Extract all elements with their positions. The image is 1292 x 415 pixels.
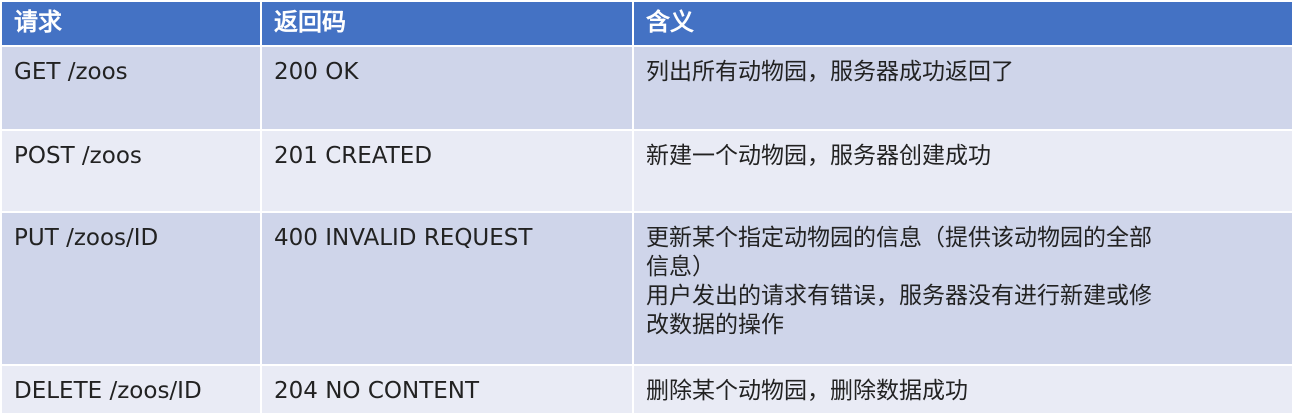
meaning-line: 用户发出的请求有错误，服务器没有进行新建或修: [646, 283, 1152, 309]
meaning-line: 改数据的操作: [646, 312, 784, 338]
cell-meaning: 删除某个动物园，删除数据成功: [632, 364, 1292, 415]
meaning-line: 新建一个动物园，服务器创建成功: [646, 143, 991, 169]
table-row: DELETE /zoos/ID 204 NO CONTENT 删除某个动物园，删…: [0, 364, 1292, 415]
cell-request: POST /zoos: [0, 129, 262, 213]
table-row: GET /zoos 200 OK 列出所有动物园，服务器成功返回了: [0, 45, 1292, 131]
cell-request: GET /zoos: [0, 45, 262, 131]
table-row: POST /zoos 201 CREATED 新建一个动物园，服务器创建成功: [0, 129, 1292, 213]
cell-code: 200 OK: [260, 45, 634, 131]
meaning-line: 信息）: [646, 254, 715, 280]
header-code: 返回码: [260, 0, 634, 47]
cell-meaning: 新建一个动物园，服务器创建成功: [632, 129, 1292, 213]
header-row: 请求 返回码 含义: [0, 0, 1292, 47]
table-body: GET /zoos 200 OK 列出所有动物园，服务器成功返回了 POST /…: [0, 45, 1292, 415]
cell-request: DELETE /zoos/ID: [0, 364, 262, 415]
cell-code: 400 INVALID REQUEST: [260, 211, 634, 366]
meaning-line: 更新某个指定动物园的信息（提供该动物园的全部: [646, 225, 1152, 251]
cell-meaning: 列出所有动物园，服务器成功返回了: [632, 45, 1292, 131]
meaning-line: 删除某个动物园，删除数据成功: [646, 378, 968, 404]
table-header: 请求 返回码 含义: [0, 0, 1292, 47]
cell-request: PUT /zoos/ID: [0, 211, 262, 366]
cell-meaning: 更新某个指定动物园的信息（提供该动物园的全部 信息） 用户发出的请求有错误，服务…: [632, 211, 1292, 366]
header-request: 请求: [0, 0, 262, 47]
api-status-table: 请求 返回码 含义 GET /zoos 200 OK 列出所有动物园，服务器成功…: [0, 0, 1292, 415]
cell-code: 201 CREATED: [260, 129, 634, 213]
table-row: PUT /zoos/ID 400 INVALID REQUEST 更新某个指定动…: [0, 211, 1292, 366]
header-meaning: 含义: [632, 0, 1292, 47]
cell-code: 204 NO CONTENT: [260, 364, 634, 415]
meaning-line: 列出所有动物园，服务器成功返回了: [646, 59, 1014, 85]
